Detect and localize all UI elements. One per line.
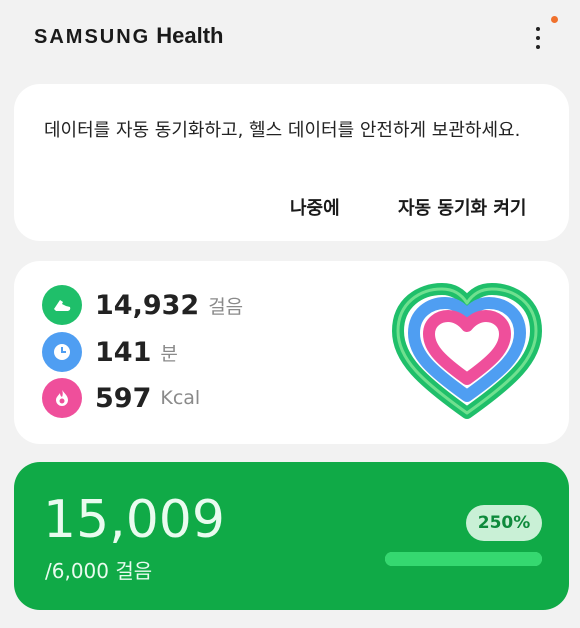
steps-row: 14,932 걸음 (42, 285, 243, 325)
notification-badge (551, 16, 558, 23)
later-button[interactable]: 나중에 (290, 194, 340, 220)
flame-icon (42, 378, 82, 418)
goal-steps-value: 15,009 (43, 490, 225, 550)
minutes-value: 141 (95, 336, 152, 368)
steps-unit: 걸음 (208, 295, 244, 318)
calories-row: 597 Kcal (42, 378, 200, 418)
app-header: SAMSUNG Health (0, 0, 580, 80)
goal-progress-fill (385, 552, 542, 566)
goal-percent-badge: 250% (466, 505, 542, 541)
more-dot-icon (536, 27, 540, 31)
minutes-unit: 분 (160, 342, 178, 365)
shoe-icon (42, 285, 82, 325)
minutes-row: 141 분 (42, 332, 178, 372)
more-options-button[interactable] (528, 26, 548, 52)
step-goal-card[interactable]: 15,009 /6,000 걸음 250% (14, 462, 569, 610)
activity-card[interactable]: 14,932 걸음 141 분 597 Kcal (14, 261, 569, 444)
brand-health: Health (156, 23, 224, 48)
goal-progress-bar (385, 552, 542, 566)
steps-value: 14,932 (95, 289, 200, 321)
sync-card: 데이터를 자동 동기화하고, 헬스 데이터를 안전하게 보관하세요. 나중에 자… (14, 84, 569, 241)
brand-samsung: SAMSUNG (34, 26, 151, 48)
app-logo: SAMSUNG Health (34, 23, 223, 49)
enable-auto-sync-button[interactable]: 자동 동기화 켜기 (398, 194, 526, 220)
more-dot-icon (536, 36, 540, 40)
more-dot-icon (536, 45, 540, 49)
calories-unit: Kcal (160, 387, 201, 409)
sync-message: 데이터를 자동 동기화하고, 헬스 데이터를 안전하게 보관하세요. (44, 120, 521, 141)
goal-target: /6,000 걸음 (45, 559, 153, 583)
calories-value: 597 (95, 382, 152, 414)
clock-icon (42, 332, 82, 372)
activity-heart-icon (392, 283, 542, 419)
